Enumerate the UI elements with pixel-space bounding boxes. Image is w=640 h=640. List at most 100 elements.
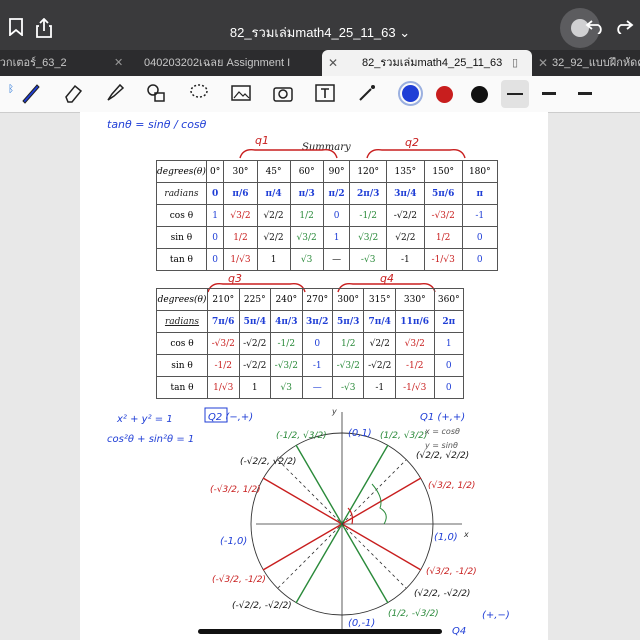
table-cell: -1 (301, 354, 333, 377)
undo-icon[interactable] (583, 18, 607, 40)
summary-table-2: degrees(θ) 210° 225° 240° 270° 300° 315°… (156, 288, 464, 399)
point-300-label: (1/2, -√3/2) (388, 608, 439, 619)
table-cell: cos θ (156, 332, 208, 355)
table-cell: 0 (301, 332, 333, 355)
lasso-icon[interactable] (186, 82, 212, 106)
table-header-cell: 135° (385, 160, 425, 183)
point-330-label: (√3/2, -1/2) (426, 566, 477, 577)
table-cell: 1/2 (223, 226, 258, 249)
table-cell: -√3/2 (331, 354, 365, 377)
thickness-medium[interactable] (542, 92, 556, 95)
table-cell: -√3 (349, 248, 387, 271)
camera-icon[interactable] (270, 82, 296, 106)
table-cell: √3/2 (223, 204, 258, 227)
shapes-icon[interactable] (143, 82, 169, 106)
quadrant-4-sign: (+,−) (482, 610, 510, 621)
table-header-cell: 240° (270, 288, 303, 311)
point-top-label: (0,1) (348, 428, 372, 439)
laser-pointer-icon[interactable] (354, 82, 380, 106)
table-cell: -1/2 (207, 354, 240, 377)
document-title[interactable]: 82_รวมเล่มmath4_25_11_63 ⌄ (0, 22, 640, 43)
table-cell: -√3/2 (423, 204, 463, 227)
close-tab-icon[interactable]: ✕ (114, 50, 128, 76)
document-page[interactable]: tanθ = sinθ / cosθ Summary q1 q2 q3 q4 x… (80, 112, 548, 640)
table-cell: 7π/4 (363, 310, 396, 333)
text-icon[interactable] (312, 82, 338, 106)
table-cell: radians (156, 310, 208, 333)
redo-icon[interactable] (612, 18, 636, 40)
table-row: tan θ 1/√3 1 √3 — -√3 -1 -1/√3 0 (156, 376, 464, 399)
table-cell: 1/√3 (223, 248, 258, 271)
table-header-cell: 225° (238, 288, 272, 311)
color-blue[interactable] (402, 85, 419, 102)
table-row: sin θ -1/2 -√2/2 -√3/2 -1 -√3/2 -√2/2 -1… (156, 354, 464, 377)
tan-identity-note: tanθ = sinθ / cosθ (107, 118, 207, 131)
table-cell: 1 (205, 204, 225, 227)
table-cell: 3π/2 (301, 310, 333, 333)
highlighter-icon[interactable] (102, 82, 128, 106)
unit-circle-diagram: x y (0,1) (0,-1) (-1,0) (1,0) (1/2, √3/2… (204, 407, 510, 637)
point-315-label: (√2/2, -√2/2) (414, 588, 470, 599)
tab-label: เวกเตอร์_63_2 (0, 57, 67, 69)
table-cell: sin θ (156, 354, 208, 377)
tab-label: 32_92_แบบฝึกหัดคว (552, 57, 640, 69)
x-equals-cos: x = cosθ (424, 427, 460, 436)
home-indicator[interactable] (198, 629, 442, 634)
point-45-label: (√2/2, √2/2) (416, 450, 469, 461)
table-cell: 0 (205, 226, 225, 249)
point-225-label: (-√2/2, -√2/2) (232, 600, 292, 611)
tab-exercise[interactable]: ✕ 32_92_แบบฝึกหัดคว (536, 50, 640, 76)
q2-label: q2 (405, 136, 419, 149)
close-tab-icon[interactable]: ✕ (328, 50, 338, 76)
title-bar: 82_รวมเล่มmath4_25_11_63 ⌄ (0, 0, 640, 50)
table-cell: 2π/3 (349, 182, 387, 205)
y-equals-sin: y = sinθ (424, 441, 458, 450)
tab-math4[interactable]: ✕ 82_รวมเล่มmath4_25_11_63 ▯ (322, 50, 532, 76)
color-red[interactable] (436, 86, 453, 103)
quadrant-1-label: Q1 (+,+) (420, 412, 465, 423)
point-bottom-label: (0,-1) (348, 618, 375, 629)
tab-label: 040203202เฉลย Assignment I (144, 57, 291, 69)
close-tab-icon[interactable]: ✕ (538, 50, 548, 76)
table-cell: -√3/2 (270, 354, 303, 377)
table-cell: 3π/4 (385, 182, 425, 205)
table-cell: -1 (385, 248, 425, 271)
table-row: cos θ 1 √3/2 √2/2 1/2 0 -1/2 -√2/2 -√3/2… (156, 204, 499, 227)
table-cell: -√3/2 (207, 332, 240, 355)
table-cell: √2/2 (363, 332, 396, 355)
table-header-cell: 360° (433, 288, 464, 311)
table-cell: -√2/2 (238, 332, 272, 355)
table-header-cell: 0° (205, 160, 225, 183)
table-header-cell: 60° (289, 160, 324, 183)
table-cell: 0 (322, 204, 351, 227)
thickness-thick[interactable] (578, 92, 592, 95)
table-cell: 1 (322, 226, 351, 249)
table-row: radians 0 π/6 π/4 π/3 π/2 2π/3 3π/4 5π/6… (156, 182, 499, 205)
image-icon[interactable] (228, 82, 254, 106)
table-cell: -1/2 (349, 204, 387, 227)
color-black[interactable] (471, 86, 488, 103)
table-cell: — (322, 248, 351, 271)
pen-icon[interactable] (18, 82, 44, 106)
table-cell: 1/2 (289, 204, 324, 227)
table-cell: 5π/6 (423, 182, 463, 205)
table-cell: 11π/6 (394, 310, 435, 333)
point-150-label: (-√3/2, 1/2) (210, 484, 261, 495)
point-right-label: (1,0) (434, 532, 458, 543)
tab-vector[interactable]: เวกเตอร์_63_2 ✕ (0, 50, 108, 76)
table-header-cell: 330° (394, 288, 435, 311)
split-view-icon[interactable]: ▯ (512, 50, 518, 76)
table-cell: tan θ (156, 376, 208, 399)
table-cell: √3/2 (289, 226, 324, 249)
table-row: tan θ 0 1/√3 1 √3 — -√3 -1 -1/√3 0 (156, 248, 499, 271)
tab-assignment[interactable]: 040203202เฉลย Assignment I (128, 50, 318, 76)
table-cell: 1/2 (331, 332, 365, 355)
eraser-icon[interactable] (60, 82, 86, 106)
point-120-label: (-1/2, √3/2) (276, 430, 327, 441)
table-cell: 7π/6 (207, 310, 240, 333)
table-cell: radians (156, 182, 207, 205)
quadrant-4-label: Q4 (452, 626, 466, 637)
point-60-label: (1/2, √3/2) (380, 430, 427, 441)
table-cell: 0 (461, 248, 499, 271)
table-header-cell: 120° (349, 160, 387, 183)
